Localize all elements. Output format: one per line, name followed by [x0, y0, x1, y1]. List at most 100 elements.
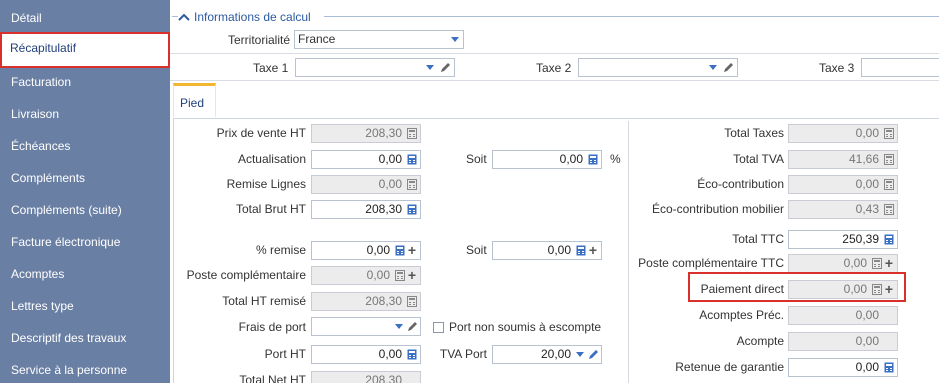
sidebar-item-complements[interactable]: Compléments [0, 162, 170, 194]
frais-de-port-select[interactable] [311, 317, 421, 336]
poste-complementaire-ttc-label: Poste complémentaire TTC [638, 256, 784, 270]
calculator-icon[interactable] [884, 234, 894, 245]
pct-remise-label: % remise [255, 243, 306, 257]
total-tva-field: 41,66 [788, 150, 898, 169]
port-ht-value: 0,00 [378, 347, 402, 361]
eco-contribution-mobilier-label: Éco-contribution mobilier [651, 202, 784, 216]
pencil-icon[interactable] [439, 61, 451, 74]
tva-port-label: TVA Port [439, 347, 487, 361]
acompte-value: 0,00 [855, 334, 879, 348]
chevron-down-icon[interactable] [709, 65, 717, 70]
calculator-icon[interactable] [576, 245, 586, 256]
total-ht-remise-value: 208,30 [365, 294, 402, 308]
eco-contribution-value: 0,00 [855, 177, 879, 191]
plus-icon[interactable]: + [406, 242, 418, 259]
paiement-direct-label: Paiement direct [700, 282, 784, 296]
pct-remise-field[interactable]: 0,00 + [311, 241, 421, 260]
calculator-icon [884, 154, 894, 165]
sidebar-item-facturation[interactable]: Facturation [0, 66, 170, 98]
port-ht-field[interactable]: 0,00 [311, 345, 421, 364]
chevron-up-icon[interactable] [176, 10, 192, 24]
actualisation-label: Actualisation [237, 152, 306, 166]
tva-port-select[interactable]: 20,00 [492, 345, 602, 364]
total-net-ht-value: 208,30 [365, 373, 402, 383]
calculator-icon [884, 179, 894, 190]
sidebar-item-descriptif-travaux[interactable]: Descriptif des travaux [0, 322, 170, 354]
total-net-ht-field: 208,30 [311, 371, 421, 383]
prix-vente-ht-field: 208,30 [311, 124, 421, 143]
eco-contribution-label: Éco-contribution [697, 177, 784, 191]
plus-icon[interactable]: + [406, 267, 418, 284]
total-taxes-field: 0,00 [788, 124, 898, 143]
retenue-garantie-field[interactable]: 0,00 [788, 358, 898, 377]
calculator-icon[interactable] [407, 204, 417, 215]
remise-soit-field[interactable]: 0,00 + [492, 241, 602, 260]
pencil-icon[interactable] [587, 348, 599, 361]
prix-vente-ht-value: 208,30 [365, 126, 402, 140]
remise-lignes-value: 0,00 [378, 177, 402, 191]
pencil-icon[interactable] [722, 61, 734, 74]
sidebar-item-echeances[interactable]: Échéances [0, 130, 170, 162]
sidebar-item-lettres-type[interactable]: Lettres type [0, 290, 170, 322]
sidebar-item-livraison[interactable]: Livraison [0, 98, 170, 130]
calculator-icon[interactable] [884, 362, 894, 373]
divider [170, 53, 939, 54]
sidebar-item-recapitulatif[interactable]: Récapitulatif [0, 32, 170, 68]
port-ht-label: Port HT [264, 347, 306, 361]
total-ttc-label: Total TTC [732, 232, 784, 246]
sidebar-item-service-personne[interactable]: Service à la personne [0, 354, 170, 383]
remise-soit-label: Soit [466, 243, 487, 257]
sidebar-item-facture-electronique[interactable]: Facture électronique [0, 226, 170, 258]
pencil-icon[interactable] [406, 320, 418, 333]
section-header[interactable]: Informations de calcul [176, 9, 311, 25]
sidebar-item-detail[interactable]: Détail [0, 2, 170, 34]
calculator-icon[interactable] [588, 154, 598, 165]
actualisation-soit-field[interactable]: 0,00 [492, 150, 602, 169]
taxe3-select[interactable] [861, 58, 939, 77]
actualisation-field[interactable]: 0,00 [311, 150, 421, 169]
sidebar-item-complements-suite[interactable]: Compléments (suite) [0, 194, 170, 226]
poste-complementaire-field: 0,00 + [311, 266, 421, 285]
taxe1-select[interactable] [295, 58, 455, 77]
total-brut-ht-field[interactable]: 208,30 [311, 200, 421, 219]
chevron-down-icon[interactable] [451, 37, 459, 42]
section-divider [324, 16, 939, 17]
plus-icon[interactable]: + [587, 242, 599, 259]
total-ttc-field[interactable]: 250,39 [788, 230, 898, 249]
territorialite-select[interactable]: France [294, 30, 464, 49]
main-content: Informations de calcul Territorialité Fr… [170, 0, 939, 383]
retenue-garantie-label: Retenue de garantie [675, 360, 784, 374]
sidebar-item-acomptes[interactable]: Acomptes [0, 258, 170, 290]
territorialite-value: France [298, 32, 336, 46]
calculator-icon[interactable] [407, 154, 417, 165]
poste-complementaire-label: Poste complémentaire [186, 268, 306, 282]
tab-pied[interactable]: Pied [173, 83, 216, 117]
tva-port-value: 20,00 [540, 347, 571, 361]
chevron-down-icon[interactable] [576, 352, 584, 357]
chevron-down-icon[interactable] [395, 324, 403, 329]
port-non-soumis-label: Port non soumis à escompte [449, 320, 602, 334]
total-tva-value: 41,66 [848, 152, 879, 166]
section-title: Informations de calcul [194, 10, 311, 24]
calculator-icon [407, 179, 417, 190]
plus-icon[interactable]: + [883, 255, 895, 272]
actualisation-value: 0,00 [378, 152, 402, 166]
plus-icon[interactable]: + [883, 281, 895, 298]
acomptes-prec-value: 0,00 [855, 308, 879, 322]
actualisation-soit-value: 0,00 [559, 152, 583, 166]
poste-complementaire-ttc-value: 0,00 [843, 256, 867, 270]
taxe2-select[interactable] [578, 58, 738, 77]
total-ht-remise-label: Total HT remisé [222, 294, 306, 308]
total-ht-remise-field: 208,30 [311, 292, 421, 311]
retenue-garantie-value: 0,00 [855, 360, 879, 374]
port-non-soumis-checkbox[interactable] [433, 322, 444, 333]
taxe1-label: Taxe 1 [253, 61, 289, 75]
chevron-down-icon[interactable] [426, 65, 434, 70]
taxe2-label: Taxe 2 [536, 61, 572, 75]
calculator-icon [884, 128, 894, 139]
acomptes-prec-field: 0,00 [788, 306, 898, 325]
frais-de-port-label: Frais de port [238, 320, 306, 334]
calculator-icon[interactable] [395, 245, 405, 256]
calculator-icon [407, 128, 417, 139]
total-brut-ht-value: 208,30 [365, 202, 402, 216]
